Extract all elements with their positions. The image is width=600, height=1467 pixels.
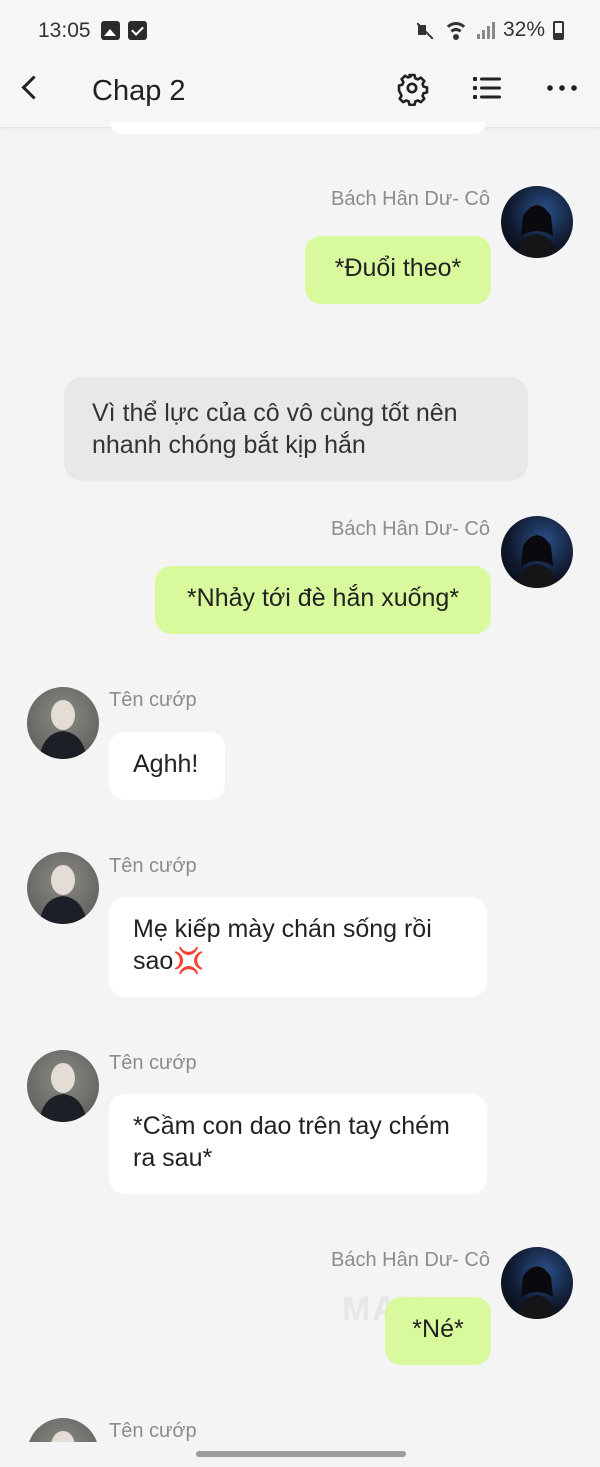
status-bar: 13:05 32% [0, 0, 600, 62]
notification-icons [101, 21, 147, 40]
sender-name: Tên cướp [109, 855, 197, 877]
back-icon[interactable] [14, 72, 50, 108]
message-bubble[interactable]: *Nhảy tới đè hắn xuống* [155, 566, 491, 634]
message-bubble[interactable]: Aghh! [109, 732, 225, 800]
mute-icon [415, 20, 435, 40]
message-bubble[interactable]: *Cầm con dao trên tay chém ra sau* [109, 1094, 487, 1194]
message-bubble[interactable]: *Né* [385, 1297, 491, 1365]
photo-icon [101, 21, 120, 40]
narration-bubble[interactable]: Vì thể lực của cô vô cùng tốt nên nhanh … [64, 377, 528, 481]
sender-name: Tên cướp [109, 1052, 197, 1074]
battery-percent: 32% [502, 18, 545, 41]
home-indicator[interactable] [196, 1451, 406, 1457]
sender-name: Tên cướp [109, 689, 197, 711]
wifi-icon [442, 20, 469, 40]
chat-header: Chap 2 [0, 62, 600, 128]
sender-name: Tên cướp [109, 1420, 197, 1442]
gear-icon[interactable] [394, 70, 430, 107]
more-icon[interactable] [542, 70, 582, 106]
previous-message-stub [110, 122, 486, 134]
message-bubble[interactable]: *Đuổi theo* [305, 236, 491, 304]
chapter-title: Chap 2 [92, 75, 186, 107]
avatar-bach-han-du[interactable] [501, 186, 573, 258]
status-time: 13:05 [38, 19, 91, 42]
avatar-bach-han-du[interactable] [501, 516, 573, 588]
battery-icon [553, 20, 564, 40]
checkbox-icon [128, 21, 147, 40]
list-icon[interactable] [469, 70, 505, 106]
message-bubble[interactable]: Mẹ kiếp mày chán sống rồi sao💢 [109, 897, 487, 997]
avatar-ten-cuop[interactable] [27, 687, 99, 759]
sender-name: Bách Hân Dư- Cô [330, 1249, 490, 1271]
system-icons: 32% [415, 18, 564, 42]
sender-name: Bách Hân Dư- Cô [330, 188, 490, 210]
signal-icon [476, 21, 495, 39]
avatar-bach-han-du[interactable] [501, 1247, 573, 1319]
avatar-ten-cuop[interactable] [27, 852, 99, 924]
sender-name: Bách Hân Dư- Cô [330, 518, 490, 540]
avatar-ten-cuop[interactable] [27, 1050, 99, 1122]
